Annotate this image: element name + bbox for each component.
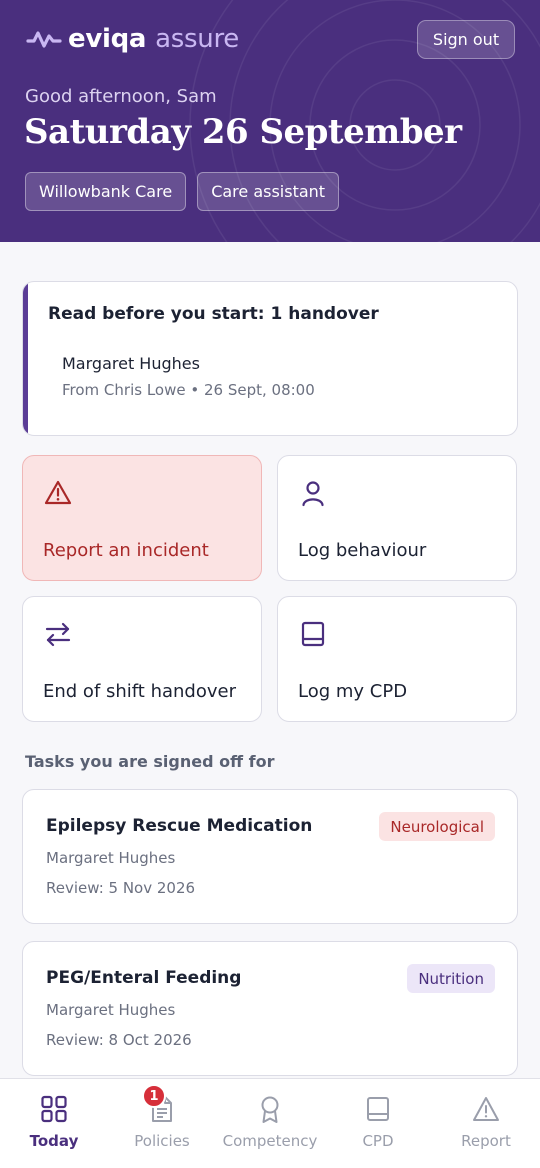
log-behaviour-tile[interactable]: Log behaviour (277, 455, 517, 581)
task-resident: Margaret Hughes (46, 849, 176, 867)
nav-label-cpd: CPD (362, 1132, 394, 1150)
tasks-section-label: Tasks you are signed off for (25, 752, 275, 771)
warning-triangle-icon (44, 480, 72, 505)
task-title: PEG/Enteral Feeding (46, 968, 242, 988)
chip-location: Willowbank Care (25, 172, 187, 211)
task-review-date: Review: 8 Oct 2026 (46, 1031, 192, 1049)
log-cpd-label: Log my CPD (298, 681, 408, 702)
task-category-tag: Neurological (379, 812, 495, 841)
handover-resident: Margaret Hughes (62, 354, 200, 373)
nav-item-cpd[interactable]: CPD (324, 1079, 432, 1168)
chip-role: Care assistant (197, 172, 340, 211)
task-category-tag: Nutrition (407, 964, 495, 993)
handover-card[interactable]: Read before you start: 1 handover Margar… (22, 281, 518, 436)
log-behaviour-label: Log behaviour (298, 540, 427, 561)
app-logo: eviqa assure (26, 22, 239, 56)
task-card[interactable]: Epilepsy Rescue Medication Neurological … (22, 789, 518, 924)
task-title: Epilepsy Rescue Medication (46, 816, 313, 836)
grid-icon (41, 1095, 67, 1123)
report-incident-label: Report an incident (43, 540, 209, 561)
page-title-date: Saturday 26 September (24, 112, 462, 152)
report-incident-tile[interactable]: Report an incident (22, 455, 262, 581)
person-icon (302, 481, 324, 507)
nav-label-policies: Policies (134, 1132, 190, 1150)
swap-arrows-icon (45, 622, 71, 647)
book-icon (367, 1097, 389, 1121)
shift-handover-label: End of shift handover (43, 681, 236, 702)
nav-label-today: Today (29, 1132, 79, 1150)
nav-label-competency: Competency (222, 1132, 318, 1150)
task-review-date: Review: 5 Nov 2026 (46, 879, 196, 897)
task-resident: Margaret Hughes (46, 1001, 176, 1019)
greeting-text: Good afternoon, Sam (25, 86, 217, 107)
task-card[interactable]: PEG/Enteral Feeding Nutrition Margaret H… (22, 941, 518, 1076)
app-screen: eviqa assure Sign out Good afternoon, Sa… (0, 0, 540, 1168)
handover-title: Read before you start: 1 handover (48, 304, 379, 324)
log-cpd-tile[interactable]: Log my CPD (277, 596, 517, 722)
header: eviqa assure Sign out Good afternoon, Sa… (0, 0, 540, 242)
sign-out-button[interactable]: Sign out (417, 20, 515, 59)
context-chips: Willowbank Care Care assistant (25, 172, 340, 211)
warning-triangle-icon (473, 1097, 499, 1121)
nav-item-today[interactable]: Today (0, 1079, 108, 1168)
award-icon (261, 1096, 279, 1123)
book-icon (301, 621, 325, 647)
bottom-nav: Today Policies Competency CPD Report (0, 1078, 540, 1168)
pulse-logo-icon (26, 31, 62, 48)
nav-item-competency[interactable]: Competency (216, 1079, 324, 1168)
shift-handover-tile[interactable]: End of shift handover (22, 596, 262, 722)
logo-word-primary: eviqa (68, 24, 147, 54)
nav-label-report: Report (461, 1132, 511, 1150)
policies-notification-badge: 1 (142, 1084, 166, 1108)
handover-meta: From Chris Lowe • 26 Sept, 08:00 (62, 381, 315, 399)
logo-word-secondary: assure (155, 24, 239, 54)
nav-item-report[interactable]: Report (432, 1079, 540, 1168)
